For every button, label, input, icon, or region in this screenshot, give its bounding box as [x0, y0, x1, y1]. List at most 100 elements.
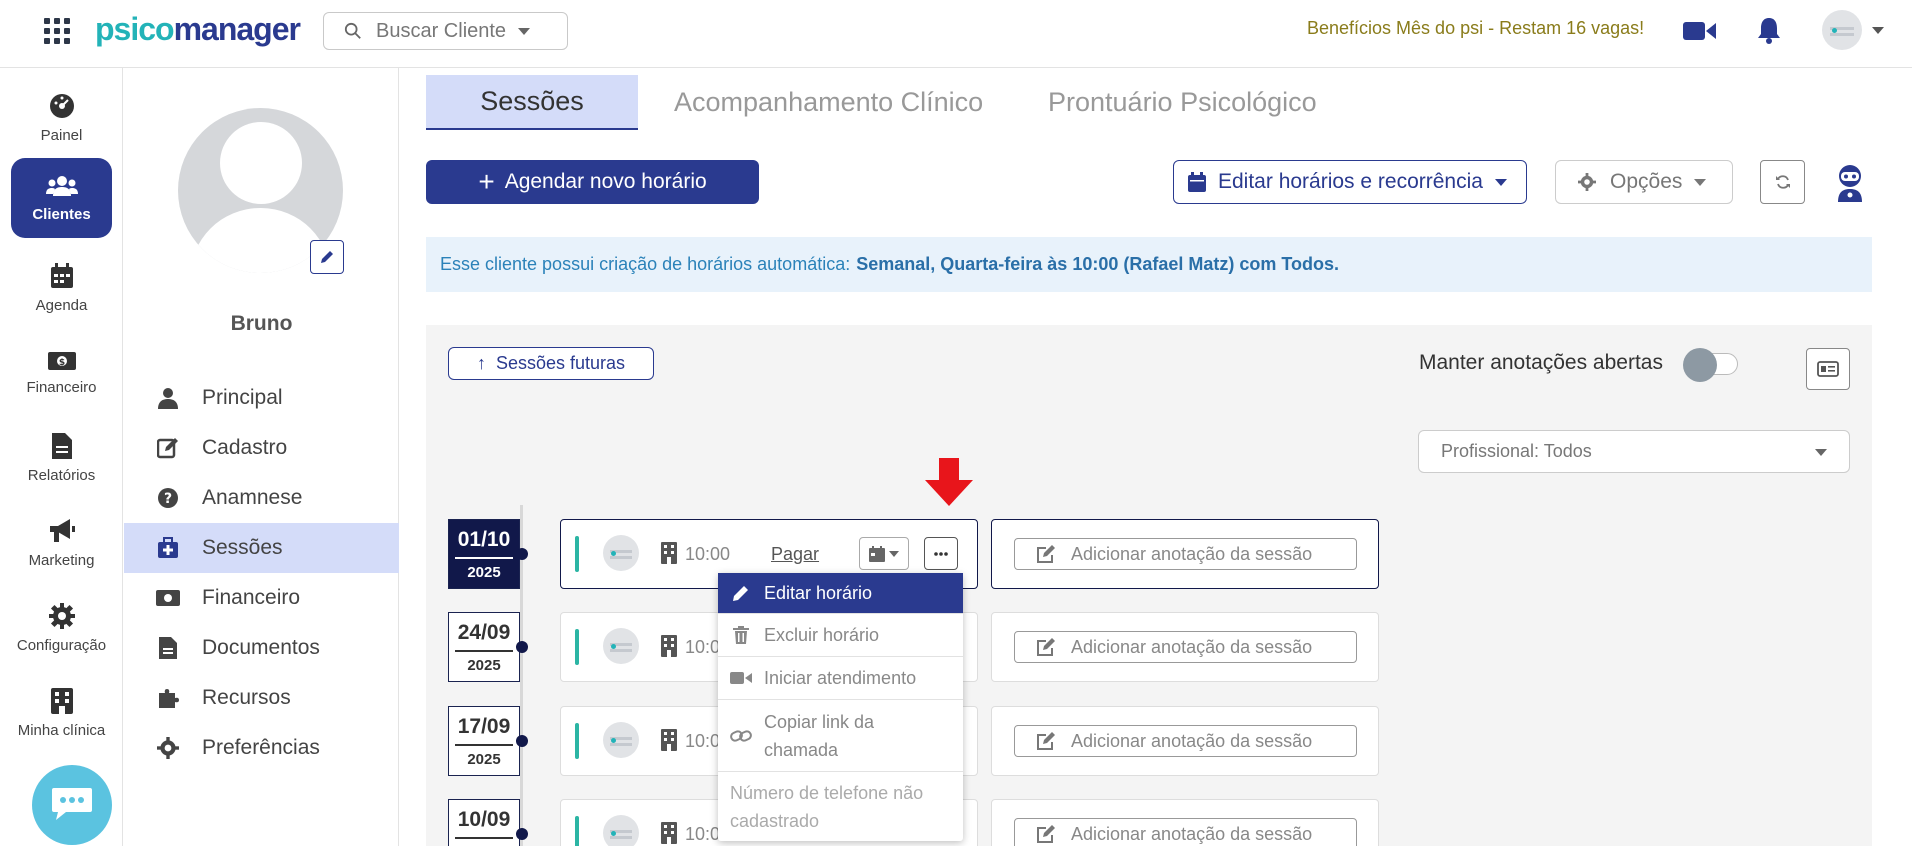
pagar-link[interactable]: Pagar — [771, 544, 819, 565]
profile-menu-label: Financeiro — [202, 586, 301, 609]
nav-item-painel[interactable]: Painel — [11, 78, 112, 158]
profile-menu-sessoes[interactable]: Sessões — [124, 523, 399, 573]
apps-grid-icon[interactable] — [44, 18, 70, 44]
menu-item-editar-horario[interactable]: Editar horário — [718, 573, 963, 613]
edit-avatar-button[interactable] — [310, 240, 344, 274]
building-icon — [661, 729, 677, 751]
more-options-button[interactable] — [924, 537, 958, 570]
profile-menu-principal[interactable]: Principal — [124, 373, 399, 423]
profile-menu-preferencias[interactable]: Preferências — [124, 723, 399, 773]
add-session-note-button[interactable]: Adicionar anotação da sessão — [1014, 538, 1357, 570]
building-icon — [661, 822, 677, 844]
opcoes-button[interactable]: Opções — [1555, 160, 1733, 204]
chat-support-button[interactable] — [32, 765, 112, 845]
profile-menu-documentos[interactable]: Documentos — [124, 623, 399, 673]
session-day: 24/09 — [455, 621, 513, 652]
pencil-icon — [733, 586, 748, 601]
menu-label: Iniciar atendimento — [764, 667, 917, 688]
video-camera-icon[interactable] — [1683, 20, 1717, 42]
building-icon — [50, 687, 73, 714]
session-day: 17/09 — [455, 715, 513, 746]
profissional-select[interactable]: Profissional: Todos — [1418, 430, 1850, 473]
session-day: 10/09 — [455, 808, 513, 839]
chevron-down-icon[interactable] — [1872, 27, 1884, 34]
money-icon — [156, 590, 180, 606]
chat-icon — [52, 788, 92, 820]
menu-item-telefone-nao-cadastrado: Número de telefone não cadastrado — [718, 771, 963, 841]
profile-menu-label: Principal — [202, 386, 283, 409]
ellipsis-icon — [934, 551, 948, 556]
tab-acompanhamento-clinico[interactable]: Acompanhamento Clínico — [674, 75, 983, 130]
refresh-icon — [1775, 175, 1790, 189]
session-day: 01/10 — [455, 528, 513, 559]
search-client-select[interactable]: Buscar Cliente — [323, 12, 568, 50]
session-note-card: Adicionar anotação da sessão — [991, 799, 1379, 846]
session-note-card: Adicionar anotação da sessão — [991, 612, 1379, 682]
sessoes-futuras-button[interactable]: ↑ Sessões futuras — [448, 347, 654, 380]
video-camera-icon — [730, 672, 752, 684]
id-card-button[interactable] — [1806, 348, 1850, 390]
profile-menu-recursos[interactable]: Recursos — [124, 673, 399, 723]
session-date: 10/09 2025 — [448, 799, 520, 846]
add-session-note-button[interactable]: Adicionar anotação da sessão — [1014, 818, 1357, 846]
user-avatar[interactable] — [1822, 10, 1862, 50]
menu-label-line2: cadastrado — [730, 810, 820, 831]
logo[interactable]: psicomanager — [95, 11, 301, 48]
edit-note-icon — [1037, 732, 1055, 750]
add-session-note-button[interactable]: Adicionar anotação da sessão — [1014, 725, 1357, 757]
info-detail: Semanal, Quarta-feira às 10:00 (Rafael M… — [856, 254, 1340, 274]
svg-text:$: $ — [58, 358, 64, 368]
tab-sessoes[interactable]: Sessões — [426, 75, 638, 130]
medkit-icon — [158, 537, 178, 558]
nav-item-financeiro[interactable]: $ Financeiro — [11, 333, 112, 413]
session-date: 17/09 2025 — [448, 706, 520, 776]
menu-item-copiar-link[interactable]: Copiar link da chamada — [718, 699, 963, 771]
session-calendar-button[interactable] — [859, 537, 909, 570]
tab-prontuario-psicologico[interactable]: Prontuário Psicológico — [1048, 75, 1317, 130]
chevron-down-icon — [1694, 178, 1707, 186]
nav-item-configuracao[interactable]: Configuração — [11, 588, 112, 668]
session-note-card: Adicionar anotação da sessão — [991, 519, 1379, 589]
button-label: Adicionar anotação da sessão — [1071, 636, 1313, 657]
professional-avatar — [603, 815, 639, 846]
edit-note-icon — [1037, 638, 1055, 656]
keep-notes-open-label: Manter anotações abertas — [1419, 351, 1663, 374]
calendar-icon — [50, 262, 73, 288]
profile-menu-cadastro[interactable]: Cadastro — [124, 423, 399, 473]
menu-label-line1: Número de telefone não — [730, 782, 924, 803]
menu-item-iniciar-atendimento[interactable]: Iniciar atendimento — [718, 656, 963, 699]
nav-item-agenda[interactable]: Agenda — [11, 248, 112, 328]
keep-notes-open-toggle[interactable] — [1683, 348, 1738, 382]
editar-horarios-button[interactable]: Editar horários e recorrência — [1173, 160, 1527, 204]
session-year: 2025 — [467, 657, 501, 674]
professional-avatar — [603, 535, 639, 571]
chevron-down-icon — [518, 27, 531, 35]
button-label: Opções — [1610, 170, 1683, 193]
menu-item-excluir-horario[interactable]: Excluir horário — [718, 613, 963, 656]
nav-item-clientes[interactable]: Clientes — [11, 158, 112, 238]
bell-icon[interactable] — [1756, 16, 1782, 44]
add-session-note-button[interactable]: Adicionar anotação da sessão — [1014, 631, 1357, 663]
sessions-panel: ↑ Sessões futuras Manter anotações abert… — [426, 325, 1872, 846]
svg-text:?: ? — [164, 491, 172, 507]
edit-icon — [157, 438, 178, 459]
id-card-icon — [1817, 361, 1839, 377]
agendar-novo-horario-button[interactable]: + Agendar novo horário — [426, 160, 759, 204]
nav-item-minha-clinica[interactable]: Minha clínica — [11, 673, 112, 753]
menu-label-line2: chamada — [764, 739, 839, 760]
profile-menu-anamnese[interactable]: ? Anamnese — [124, 473, 399, 523]
profile-menu-financeiro[interactable]: Financeiro — [124, 573, 399, 623]
nav-item-marketing[interactable]: Marketing — [11, 503, 112, 583]
menu-label: Editar horário — [764, 582, 873, 603]
nav-label: Financeiro — [26, 378, 97, 396]
megaphone-icon — [49, 518, 75, 542]
chevron-down-icon — [1815, 449, 1827, 456]
robot-assistant-icon[interactable] — [1833, 164, 1867, 202]
search-placeholder: Buscar Cliente — [376, 19, 507, 42]
users-icon — [45, 175, 78, 196]
main-nav: Painel Clientes Agenda $ Financeiro Rela… — [0, 68, 123, 846]
calendar-icon — [1188, 172, 1206, 192]
refresh-button[interactable] — [1760, 160, 1805, 204]
nav-item-relatorios[interactable]: Relatórios — [11, 418, 112, 498]
promo-link[interactable]: Benefícios Mês do psi - Restam 16 vagas! — [1307, 18, 1644, 39]
